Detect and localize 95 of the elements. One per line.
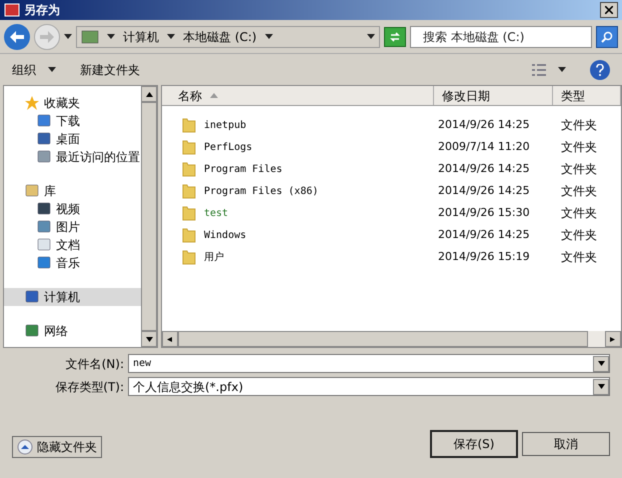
caret-icon	[48, 67, 56, 72]
file-row[interactable]: inetpub 2014/9/26 14:25 文件夹	[162, 114, 621, 136]
file-name: test	[204, 206, 228, 220]
address-bar[interactable]: 计算机 本地磁盘 (C:)	[76, 26, 380, 48]
file-row[interactable]: test 2014/9/26 15:30 文件夹	[162, 202, 621, 224]
arrow-icon	[146, 92, 152, 96]
column-header[interactable]: 修改日期	[434, 86, 553, 105]
type-cell-text: 文件夹	[560, 205, 597, 222]
sidebar-item[interactable]: 下载	[4, 112, 141, 130]
arrow-icon	[610, 336, 616, 342]
window-title: 另存为	[24, 2, 60, 19]
file-name: inetpub	[204, 118, 246, 132]
sort-arrow-icon	[210, 93, 218, 98]
type-cell-text: 文件夹	[560, 227, 597, 244]
folder-icon	[182, 249, 196, 265]
file-name: 用户	[204, 250, 224, 264]
sidebar-item[interactable]: 音乐	[4, 254, 141, 272]
cancel-button[interactable]: 取消	[522, 432, 610, 456]
list-view-icon	[532, 64, 546, 76]
refresh-button[interactable]	[384, 26, 406, 46]
breadcrumb[interactable]: 本地磁盘 (C:)	[183, 28, 257, 46]
sidebar-item[interactable]: 计算机	[4, 288, 141, 306]
app-icon	[4, 3, 20, 17]
folder-icon	[182, 117, 196, 133]
file-name: Windows	[204, 228, 246, 242]
caret-icon	[367, 34, 375, 39]
sidebar-item[interactable]: 库	[4, 182, 141, 200]
file-name: Program Files	[204, 162, 282, 176]
sidebar-item[interactable]: 图片	[4, 218, 141, 236]
type-cell-text: 文件夹	[560, 161, 597, 178]
search-field[interactable]: 搜索 本地磁盘 (C:)	[410, 26, 592, 48]
date-cell-text: 2009/7/14 11:20	[437, 138, 531, 155]
caret-icon	[264, 34, 273, 39]
star-icon	[24, 95, 40, 111]
back-button[interactable]	[4, 24, 30, 50]
hide-folders-button[interactable]: 隐藏文件夹	[12, 436, 102, 458]
search-button[interactable]	[596, 26, 618, 48]
caret-icon	[167, 34, 175, 39]
caret-icon	[107, 34, 115, 39]
column-header[interactable]: 类型	[553, 86, 621, 105]
arrow-icon	[598, 384, 604, 389]
date-cell-text: 2014/9/26 14:25	[437, 116, 531, 133]
date-cell-text: 2014/9/26 15:19	[437, 248, 531, 265]
date-cell-text: 2014/9/26 14:25	[437, 160, 531, 177]
forward-arrow-icon	[40, 30, 54, 42]
type-cell-text: 文件夹	[560, 117, 597, 134]
refresh-icon	[389, 30, 401, 42]
folder-icon	[182, 183, 196, 199]
save-button[interactable]: 保存(S)	[430, 430, 518, 458]
breadcrumb[interactable]: 计算机	[123, 28, 159, 46]
help-icon	[596, 64, 604, 76]
column-header[interactable]: 名称	[162, 86, 434, 105]
date-cell-text: 2014/9/26 15:30	[437, 204, 531, 221]
sidebar-item[interactable]: 收藏夹	[4, 94, 141, 112]
folder-icon	[182, 161, 196, 177]
sidebar-item[interactable]: 桌面	[4, 130, 141, 148]
arrow-icon	[598, 361, 604, 366]
caret-icon	[64, 34, 72, 39]
file-row[interactable]: Windows 2014/9/26 14:25 文件夹	[162, 224, 621, 246]
file-type-dropdown[interactable]: 个人信息交换(*.pfx)	[128, 377, 610, 396]
file-name: PerfLogs	[204, 140, 252, 154]
view-button[interactable]	[532, 64, 566, 76]
help-button[interactable]	[590, 60, 610, 80]
scrollbar[interactable]	[141, 86, 157, 347]
filename-field[interactable]: new	[128, 354, 610, 373]
back-arrow-icon	[10, 30, 24, 42]
toolbar-button[interactable]: 新建文件夹	[80, 60, 140, 78]
sidebar-item[interactable]: 网络	[4, 322, 141, 340]
field-label: 保存类型(T):	[54, 378, 124, 396]
sidebar-item[interactable]: 文档	[4, 236, 141, 254]
sidebar-item[interactable]: 最近访问的位置	[4, 148, 141, 166]
file-row[interactable]: Program Files (x86) 2014/9/26 14:25 文件夹	[162, 180, 621, 202]
file-row[interactable]: PerfLogs 2009/7/14 11:20 文件夹	[162, 136, 621, 158]
type-cell-text: 文件夹	[560, 249, 597, 266]
close-icon	[605, 6, 613, 14]
search-icon	[601, 30, 613, 42]
arrow-icon	[166, 336, 174, 342]
sidebar-item[interactable]: 视频	[4, 200, 141, 218]
file-row[interactable]: 用户 2014/9/26 15:19 文件夹	[162, 246, 621, 268]
date-cell-text: 2014/9/26 14:25	[437, 226, 531, 243]
date-cell-text: 2014/9/26 14:25	[437, 182, 531, 199]
arrow-icon	[146, 336, 152, 342]
horizontal-scrollbar[interactable]	[162, 331, 621, 347]
close-button[interactable]	[600, 2, 618, 18]
caret-icon	[558, 67, 566, 72]
folder-icon	[182, 205, 196, 221]
type-cell-text: 文件夹	[560, 139, 597, 156]
field-label: 文件名(N):	[64, 356, 124, 372]
file-name: Program Files (x86)	[204, 184, 318, 198]
chevron-up-icon	[17, 439, 33, 455]
folder-icon	[182, 139, 196, 155]
type-cell-text: 文件夹	[560, 183, 597, 200]
toolbar-button[interactable]: 组织	[12, 60, 56, 78]
folder-icon	[182, 227, 196, 243]
file-row[interactable]: Program Files 2014/9/26 14:25 文件夹	[162, 158, 621, 180]
